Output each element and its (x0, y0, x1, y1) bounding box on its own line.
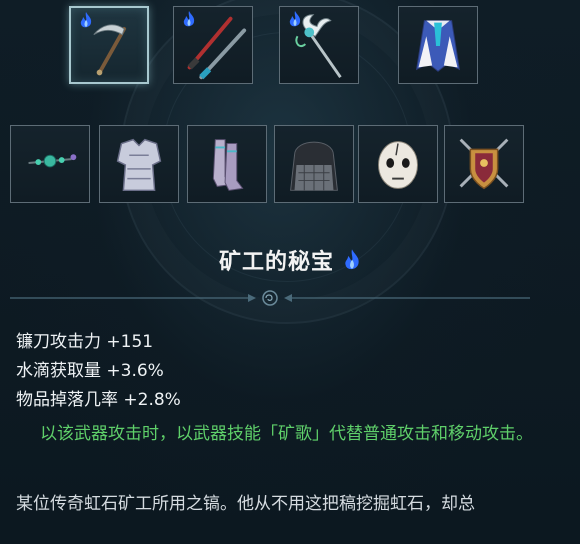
stat-line: 镰刀攻击力 +151 (16, 332, 154, 352)
equipment-slot-hood[interactable] (274, 125, 354, 203)
equipment-slot-mask[interactable] (358, 125, 438, 203)
ornate-staff-icon (295, 14, 342, 78)
equipment-slot-amulet[interactable] (10, 125, 90, 203)
stat-list: 镰刀攻击力 +151 水滴获取量 +3.6% 物品掉落几率 +2.8% (16, 328, 181, 415)
equipment-slot-shield[interactable] (444, 125, 524, 203)
shield-icon (459, 138, 509, 190)
equipment-slot-twin-swords[interactable] (173, 6, 253, 84)
equipment-slot-staff[interactable] (279, 6, 359, 84)
scythe-icon (93, 24, 127, 76)
amulet-icon (28, 154, 77, 168)
boots-icon (212, 139, 244, 191)
blue-flame-icon (345, 249, 359, 270)
armor-icon (116, 138, 162, 192)
equipment-slot-cape[interactable] (398, 6, 478, 84)
item-title-container: 矿工的秘宝 (0, 244, 580, 276)
mask-icon (378, 141, 418, 189)
hood-icon (290, 141, 338, 191)
equipment-slot-armor[interactable] (99, 125, 179, 203)
ornate-divider (10, 290, 530, 306)
twin-swords-icon (187, 16, 247, 80)
ability-description: 以该武器攻击时，以武器技能「矿歌」代替普通攻击和移动攻击。 (40, 424, 533, 444)
lore-text: 某位传奇虹石矿工所用之镐。他从不用这把稿挖掘虹石，却总 (16, 494, 475, 514)
item-title: 矿工的秘宝 (218, 250, 334, 275)
cape-icon (415, 20, 461, 72)
stat-line: 水滴获取量 +3.6% (16, 361, 164, 381)
equipment-slot-scythe[interactable] (69, 6, 149, 84)
stat-line: 物品掉落几率 +2.8% (16, 390, 181, 410)
equipment-slot-boots[interactable] (187, 125, 267, 203)
